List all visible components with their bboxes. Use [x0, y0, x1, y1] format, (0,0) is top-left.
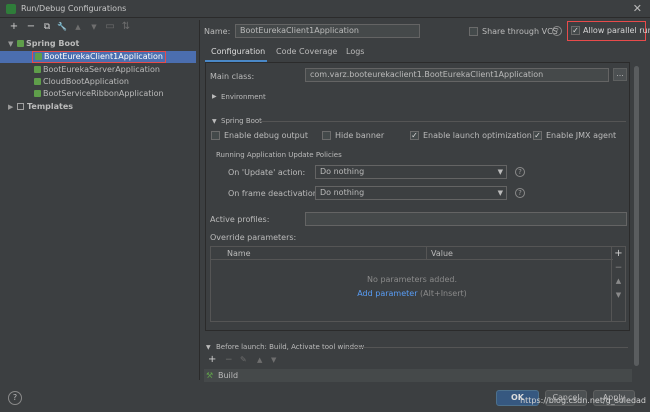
- override-parameters-label: Override parameters:: [210, 233, 297, 242]
- spring-boot-app-icon: [34, 78, 41, 85]
- enable-jmx-agent-checkbox[interactable]: [533, 131, 542, 140]
- before-launch-title: Before launch: Build, Activate tool wind…: [216, 343, 365, 351]
- active-profiles-label: Active profiles:: [210, 215, 270, 224]
- share-vcs-checkbox[interactable]: [469, 27, 478, 36]
- move-up-button[interactable]: ▲: [73, 20, 83, 34]
- selected-item-outline: BootEurekaClient1Application: [32, 51, 166, 63]
- name-input[interactable]: BootEurekaClient1Application: [235, 24, 420, 38]
- chevron-right-icon[interactable]: ▶: [212, 93, 217, 100]
- move-down-button[interactable]: ▼: [271, 356, 276, 364]
- table-side-toolbar: + − ▲ ▼: [611, 247, 625, 321]
- add-parameter-link[interactable]: Add parameter: [357, 289, 417, 298]
- allow-parallel-run-label: Allow parallel run: [583, 26, 650, 35]
- on-deactivation-select[interactable]: Do nothing ▼: [315, 186, 507, 200]
- app-icon: [6, 4, 16, 14]
- on-update-select[interactable]: Do nothing ▼: [315, 165, 507, 179]
- tab-code-coverage[interactable]: Code Coverage: [276, 47, 337, 56]
- name-label: Name:: [204, 27, 231, 36]
- add-parameter-button[interactable]: +: [612, 248, 625, 259]
- enable-jmx-agent-label: Enable JMX agent: [546, 131, 617, 140]
- empty-table-text: No parameters added.: [367, 275, 457, 284]
- tree-item-booteurekaclient1[interactable]: BootEurekaClient1Application: [32, 51, 166, 63]
- enable-debug-output-label: Enable debug output: [224, 131, 308, 140]
- wrench-icon[interactable]: 🔧: [57, 20, 67, 34]
- spring-boot-app-icon: [34, 90, 41, 97]
- spring-boot-app-icon: [35, 53, 42, 60]
- add-parameter-hint: (Alt+Insert): [420, 289, 467, 298]
- help-icon[interactable]: ?: [515, 167, 525, 177]
- help-button[interactable]: ?: [8, 391, 22, 405]
- dropdown-arrow-icon: ▼: [497, 189, 503, 197]
- edit-task-icon[interactable]: ✎: [240, 355, 247, 364]
- environment-section[interactable]: Environment: [221, 93, 266, 101]
- window-title: Run/Debug Configurations: [21, 4, 127, 13]
- table-header: Name Value: [211, 247, 613, 260]
- browse-main-class-button[interactable]: ...: [613, 68, 627, 81]
- chevron-down-icon[interactable]: ▼: [8, 38, 17, 50]
- panel-divider: [199, 20, 200, 380]
- tree-node-spring-boot[interactable]: ▼ Spring Boot: [8, 38, 79, 50]
- tab-configuration[interactable]: Configuration: [211, 47, 265, 56]
- hide-banner-checkbox[interactable]: [322, 131, 331, 140]
- tree-node-templates[interactable]: ▶ Templates: [8, 101, 73, 113]
- enable-launch-optimization-checkbox[interactable]: [410, 131, 419, 140]
- column-header-value[interactable]: Value: [431, 249, 453, 258]
- add-parameter-row: Add parameter (Alt+Insert): [211, 289, 613, 298]
- sort-icon[interactable]: ⇅: [121, 20, 131, 34]
- move-down-button[interactable]: ▼: [89, 20, 99, 34]
- close-icon[interactable]: ✕: [633, 2, 642, 15]
- spring-boot-app-icon: [34, 66, 41, 73]
- left-toolbar: + − ⧉ 🔧 ▲ ▼ ▭ ⇅: [0, 20, 198, 35]
- spring-boot-section-title: Spring Boot: [221, 117, 262, 125]
- copy-configuration-button[interactable]: ⧉: [42, 20, 52, 34]
- chevron-down-icon[interactable]: ▼: [206, 344, 211, 351]
- before-launch-item-row[interactable]: ⚒ Build: [204, 369, 632, 382]
- remove-configuration-button[interactable]: −: [26, 20, 36, 34]
- tree-item-bootserviceribbon[interactable]: BootServiceRibbonApplication: [34, 88, 164, 100]
- main-class-label: Main class:: [210, 72, 255, 81]
- chevron-down-icon[interactable]: ▼: [212, 118, 217, 125]
- enable-debug-output-checkbox[interactable]: [211, 131, 220, 140]
- move-up-button[interactable]: ▲: [257, 356, 262, 364]
- title-bar: Run/Debug Configurations ✕: [0, 0, 650, 18]
- update-policies-title: Running Application Update Policies: [216, 151, 342, 159]
- allow-parallel-run-checkbox[interactable]: [571, 26, 580, 35]
- column-header-name[interactable]: Name: [227, 249, 251, 258]
- share-vcs-label: Share through VCS: [482, 27, 558, 36]
- help-icon[interactable]: ?: [552, 26, 562, 36]
- tree-item-booteurekaserver[interactable]: BootEurekaServerApplication: [34, 64, 160, 76]
- on-update-label: On 'Update' action:: [228, 168, 306, 177]
- add-configuration-button[interactable]: +: [9, 20, 19, 34]
- active-profiles-input[interactable]: [305, 212, 627, 226]
- scrollbar-thumb[interactable]: [634, 66, 639, 366]
- section-divider: [260, 121, 626, 122]
- chevron-right-icon[interactable]: ▶: [8, 101, 17, 113]
- tree-item-cloudboot[interactable]: CloudBootApplication: [34, 76, 129, 88]
- build-icon: ⚒: [206, 371, 214, 380]
- configuration-tree: ▼ Spring Boot BootEurekaClient1Applicatio…: [0, 36, 198, 356]
- before-launch-item-build: Build: [218, 371, 239, 380]
- main-class-input[interactable]: com.varz.booteurekaclient1.BootEurekaCli…: [305, 68, 609, 82]
- folder-icon[interactable]: ▭: [105, 20, 115, 34]
- watermark-text: https://blog.csdn.net/g_soledad: [520, 396, 646, 405]
- section-divider: [348, 347, 628, 348]
- help-icon[interactable]: ?: [515, 188, 525, 198]
- remove-task-button[interactable]: −: [225, 355, 233, 365]
- remove-parameter-button[interactable]: −: [612, 263, 625, 273]
- wrench-icon: [17, 103, 24, 110]
- column-separator: [426, 247, 427, 260]
- enable-launch-optimization-label: Enable launch optimization: [423, 131, 532, 140]
- on-deactivation-label: On frame deactivation:: [228, 189, 321, 198]
- hide-banner-label: Hide banner: [335, 131, 385, 140]
- move-down-button[interactable]: ▼: [612, 291, 625, 299]
- spring-boot-icon: [17, 40, 24, 47]
- add-task-button[interactable]: +: [208, 354, 216, 365]
- tab-logs[interactable]: Logs: [346, 47, 364, 56]
- move-up-button[interactable]: ▲: [612, 277, 625, 285]
- override-parameters-table: Name Value No parameters added. Add para…: [210, 246, 626, 322]
- dropdown-arrow-icon: ▼: [497, 168, 503, 176]
